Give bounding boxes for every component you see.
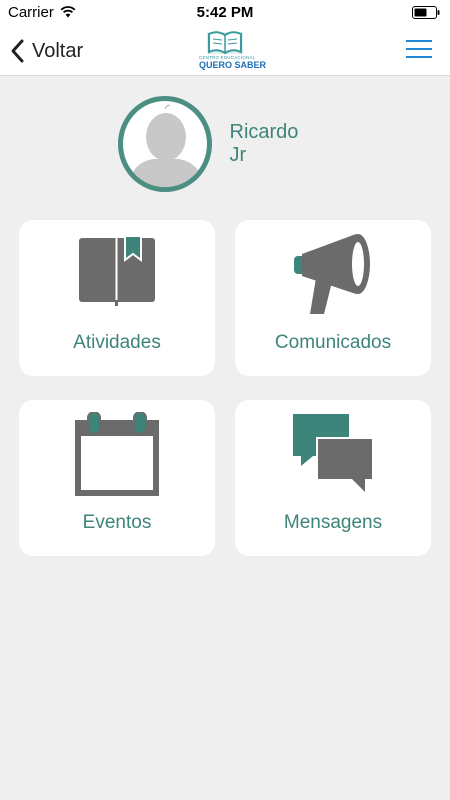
- battery-icon: [412, 6, 440, 24]
- hamburger-menu-icon[interactable]: [406, 40, 432, 62]
- calendar-icon: [75, 412, 159, 496]
- navigation-bar: Voltar CENTRO EDUCACIONAL QUERO SABER: [0, 26, 450, 76]
- chat-bubbles-icon: [293, 414, 374, 492]
- open-book-logo-icon: [207, 31, 243, 55]
- profile-header: Ricardo Jr: [118, 96, 318, 192]
- eventos-card[interactable]: Eventos: [19, 400, 215, 556]
- comunicados-card[interactable]: Comunicados: [235, 220, 431, 376]
- back-label: Voltar: [32, 39, 84, 62]
- comunicados-label: Comunicados: [274, 332, 392, 353]
- clock-time: 5:42 PM: [196, 4, 254, 21]
- book-icon: [79, 235, 155, 306]
- avatar[interactable]: [118, 96, 212, 192]
- mensagens-card[interactable]: Mensagens: [235, 400, 431, 556]
- app-logo: CENTRO EDUCACIONAL QUERO SABER: [199, 28, 267, 72]
- mensagens-label: Mensagens: [283, 512, 383, 533]
- atividades-label: Atividades: [73, 332, 161, 353]
- profile-name: Ricardo Jr: [229, 121, 299, 166]
- logo-title: QUERO SABER: [199, 60, 267, 70]
- status-bar: Carrier 5:42 PM: [0, 0, 450, 26]
- back-button[interactable]: Voltar: [8, 36, 83, 66]
- person-placeholder-icon: [128, 104, 204, 187]
- chevron-left-icon: [11, 39, 24, 63]
- megaphone-icon: [294, 234, 370, 314]
- atividades-card[interactable]: Atividades: [19, 220, 215, 376]
- eventos-label: Eventos: [82, 512, 152, 533]
